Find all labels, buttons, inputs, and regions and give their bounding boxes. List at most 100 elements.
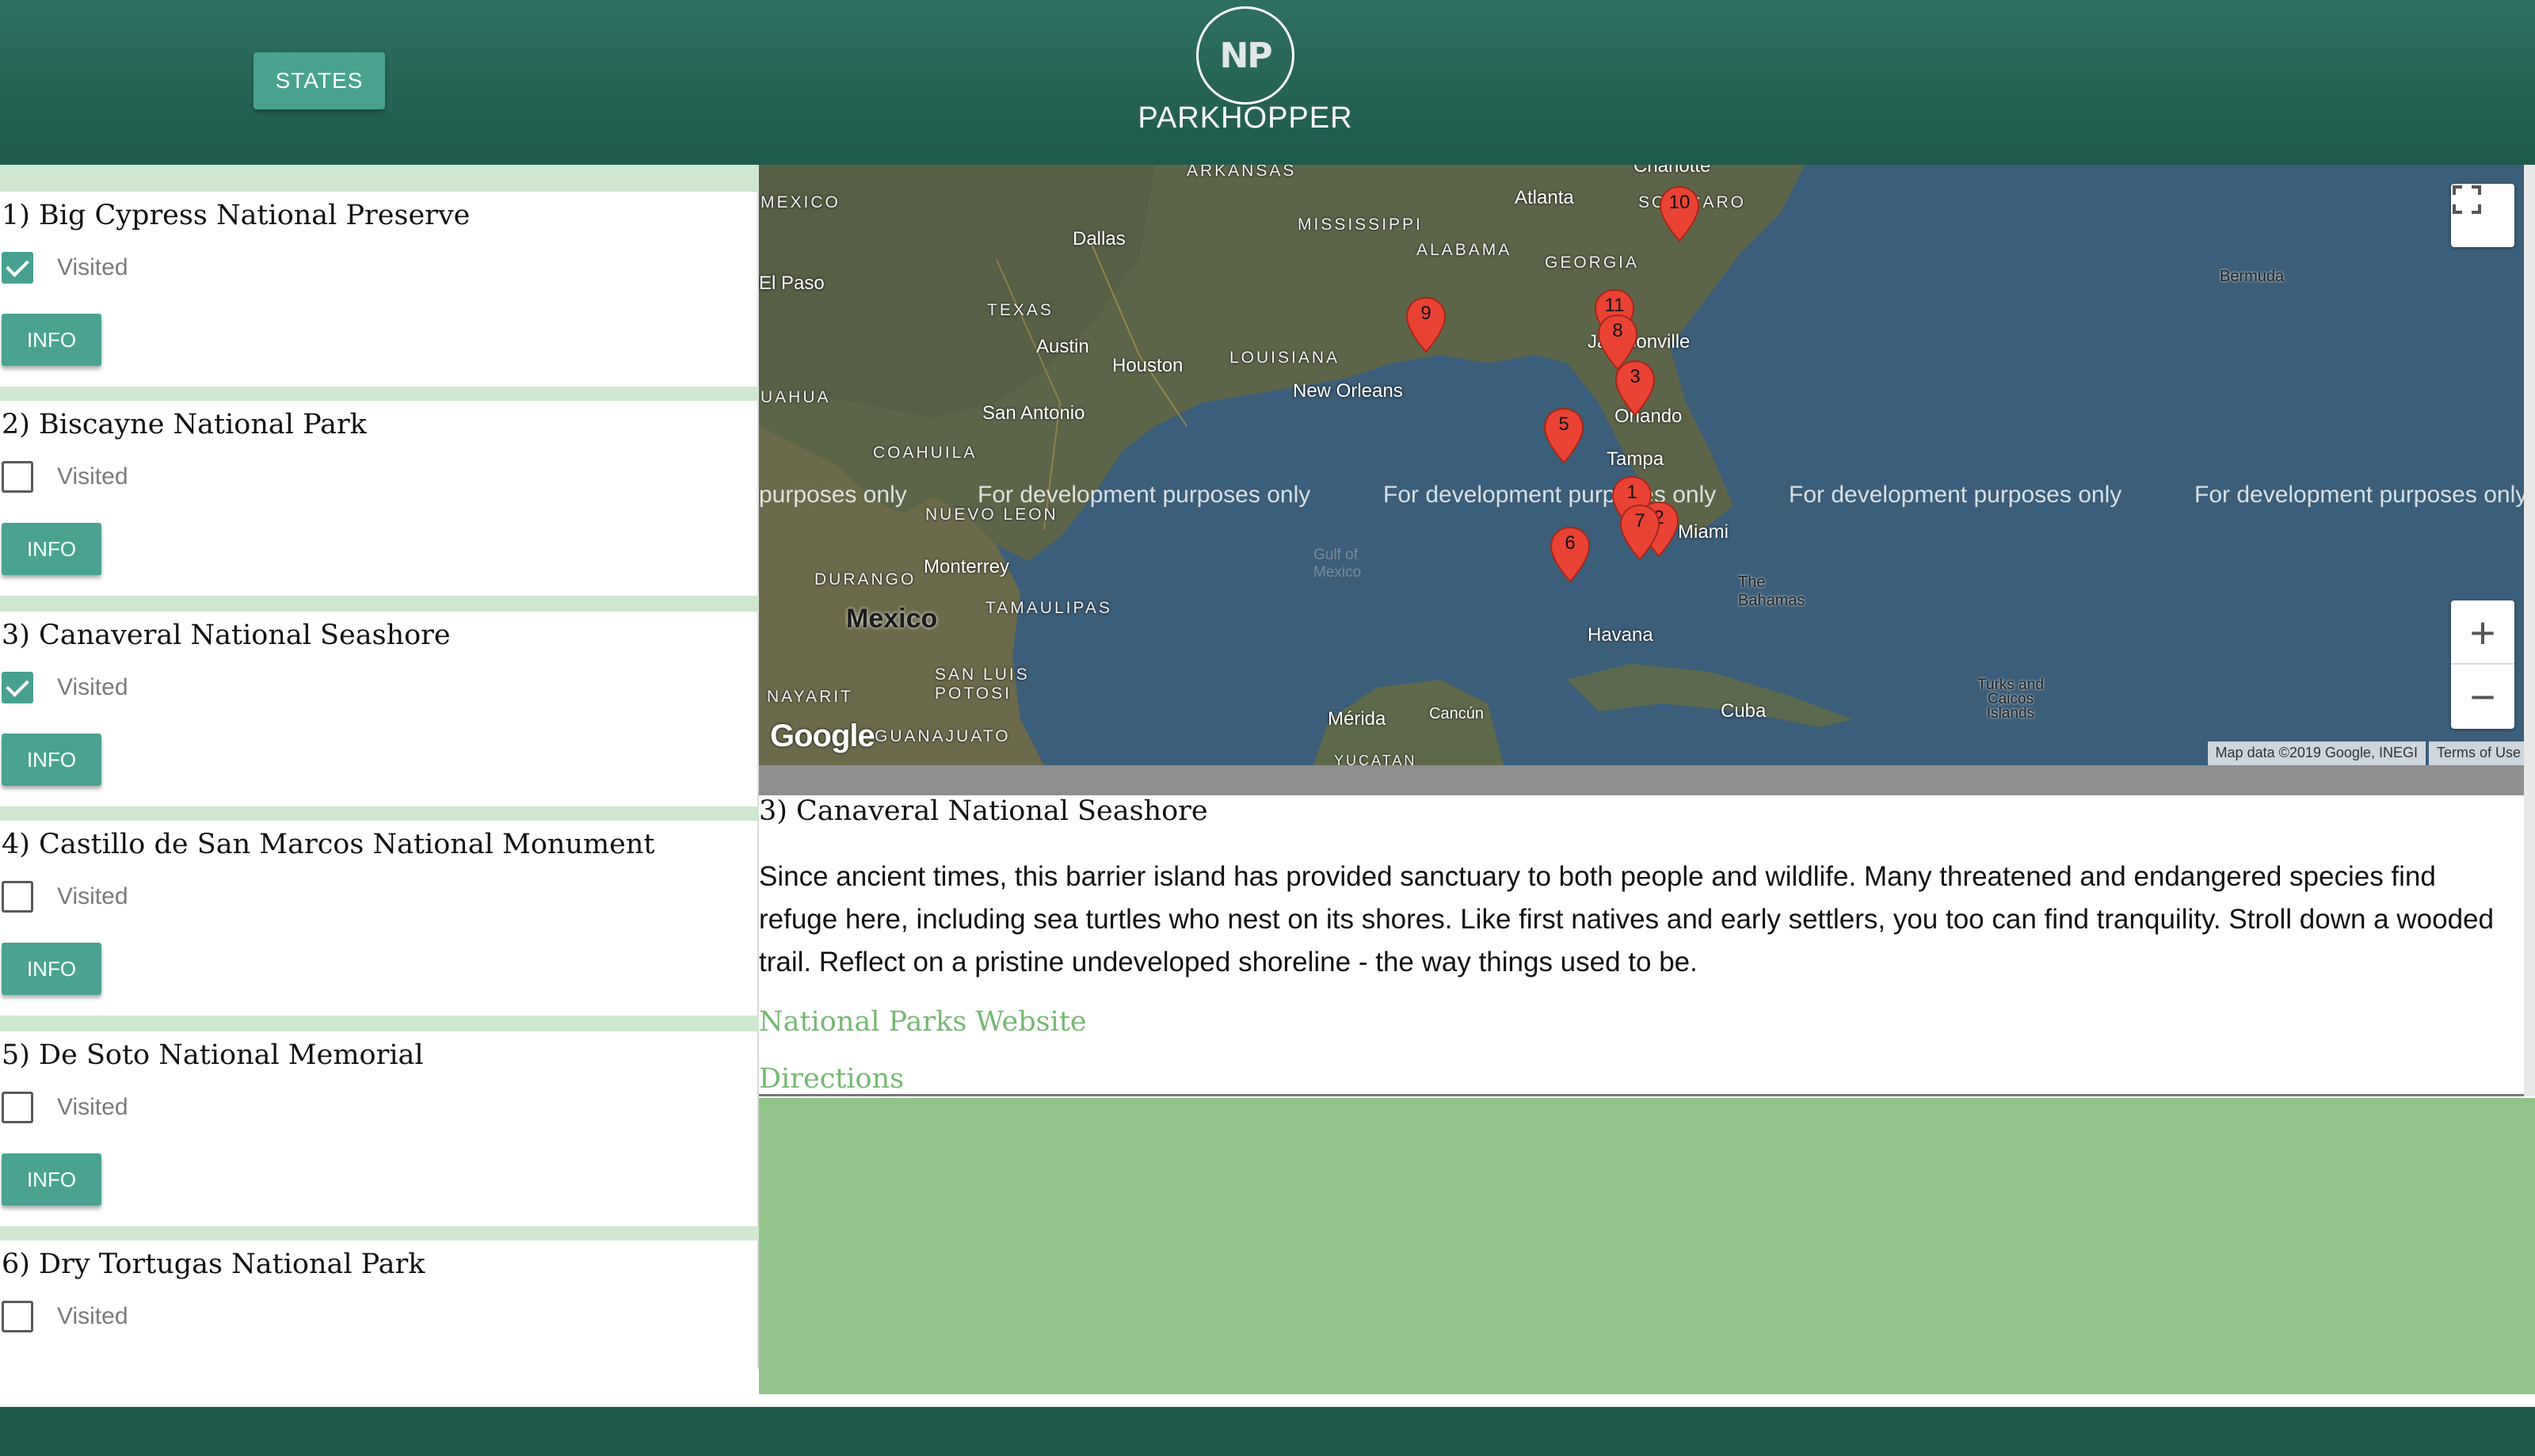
map-attribution: Map data ©2019 Google, INEGI Terms of Us… [2205, 741, 2529, 765]
map-label: MISSISSIPPI [1298, 215, 1423, 234]
fullscreen-button[interactable] [2451, 184, 2514, 247]
marker-label: 8 [1612, 320, 1623, 341]
map-label: COAHUILA [873, 444, 978, 462]
map-label: Dallas [1073, 228, 1126, 250]
map-marker[interactable]: 5 [1543, 407, 1584, 464]
info-button[interactable]: INFO [2, 943, 101, 995]
visited-toggle[interactable]: Visited [0, 672, 128, 703]
zoom-in-button[interactable]: + [2451, 601, 2514, 665]
visited-label: Visited [57, 1094, 128, 1120]
marker-label: 6 [1565, 532, 1576, 554]
map-label: Charlotte [1633, 165, 1711, 177]
map-label: GUANAJUATO [875, 727, 1011, 745]
map-label: TAMAULIPAS [985, 599, 1112, 617]
park-list-item: 1) Big Cypress National Preserve Visited… [0, 192, 759, 387]
google-logo[interactable]: Google [770, 718, 875, 754]
visited-label: Visited [57, 674, 128, 700]
park-title: 2) Biscayne National Park [2, 409, 367, 440]
marker-label: 3 [1630, 366, 1641, 387]
visited-toggle[interactable]: Visited [0, 461, 128, 493]
map-label: DURANGO [814, 570, 917, 589]
visited-checkbox[interactable] [2, 672, 33, 703]
map-label: Monterrey [924, 556, 1010, 577]
visited-checkbox[interactable] [2, 252, 33, 284]
park-title: 1) Big Cypress National Preserve [2, 200, 471, 231]
dev-watermark: For development purposes only [2194, 482, 2528, 508]
park-list-item: 2) Biscayne National Park Visited INFO [0, 401, 759, 596]
map-label: NAYARIT [767, 688, 853, 706]
scrollbar[interactable] [2524, 165, 2535, 1096]
map-marker[interactable]: 6 [1550, 526, 1591, 583]
visited-toggle[interactable]: Visited [0, 1092, 128, 1123]
map-label: TEXAS [987, 301, 1054, 319]
fullscreen-icon [2453, 185, 2481, 214]
park-title: 5) De Soto National Memorial [2, 1039, 424, 1071]
map-label: Cuba [1721, 700, 1767, 722]
map-label: Havana [1588, 624, 1653, 646]
map-label: GEORGIA [1545, 253, 1640, 272]
states-button[interactable]: STATES [254, 52, 385, 109]
visited-toggle[interactable]: Visited [0, 1301, 128, 1332]
map-label: Bermuda [2220, 268, 2285, 285]
map-label: ALABAMA [1416, 241, 1512, 259]
map-label: Tampa [1607, 448, 1664, 470]
map-marker[interactable]: 7 [1619, 504, 1660, 561]
national-parks-website-link[interactable]: National Parks Website [759, 1006, 1087, 1038]
park-title: 4) Castillo de San Marcos National Monum… [2, 829, 655, 860]
map-label: The Bahamas [1738, 574, 1805, 609]
park-list-item: 6) Dry Tortugas National Park Visited [0, 1241, 759, 1369]
visited-toggle[interactable]: Visited [0, 881, 128, 913]
info-button[interactable]: INFO [2, 314, 101, 366]
map-view[interactable]: ARKANSAS MEXICO Dallas El Paso TEXAS Aus… [759, 165, 2535, 765]
details-background-panel [759, 1098, 2535, 1394]
park-list-item: 4) Castillo de San Marcos National Monum… [0, 821, 759, 1016]
zoom-control: + − [2451, 600, 2514, 729]
marker-label: 7 [1634, 510, 1645, 532]
park-list: 1) Big Cypress National Preserve Visited… [0, 165, 759, 1369]
map-label: El Paso [759, 273, 825, 294]
map-label: New Orleans [1293, 380, 1403, 402]
map-label: Austin [1036, 336, 1089, 357]
detail-description: Since ancient times, this barrier island… [759, 861, 2494, 978]
map-label: Gulf of Mexico [1313, 547, 1362, 581]
map-label: YUCATAN [1334, 753, 1417, 765]
zoom-out-button[interactable]: − [2451, 665, 2514, 728]
map-marker[interactable]: 10 [1659, 185, 1700, 242]
parkhopper-logo[interactable]: NP [1196, 6, 1294, 105]
marker-label: 5 [1558, 414, 1569, 435]
list-divider [0, 165, 759, 192]
directions-link[interactable]: Directions [759, 1063, 904, 1095]
visited-checkbox[interactable] [2, 1092, 33, 1123]
map-label: Miami [1678, 521, 1729, 543]
info-button[interactable]: INFO [2, 523, 101, 575]
app-header: STATES NP PARKHOPPER [0, 0, 2535, 165]
park-list-item: 3) Canaveral National Seashore Visited I… [0, 612, 759, 806]
marker-label: 9 [1420, 303, 1431, 324]
map-marker[interactable]: 3 [1614, 360, 1656, 417]
map-label: SAN LUIS POTOSI [935, 665, 1030, 703]
map-marker[interactable]: 9 [1405, 296, 1447, 353]
info-button[interactable]: INFO [2, 734, 101, 786]
park-title: 6) Dry Tortugas National Park [2, 1248, 425, 1280]
dev-watermark: For development purposes only [1789, 482, 2122, 508]
dev-watermark: For development purposes only [978, 482, 1311, 508]
visited-toggle[interactable]: Visited [0, 252, 128, 284]
map-bottom-bar [759, 765, 2535, 795]
map-label: Turks and Caicos Islands [1977, 677, 2044, 722]
visited-checkbox[interactable] [2, 1301, 33, 1332]
map-label: MEXICO [760, 193, 841, 212]
park-title: 3) Canaveral National Seashore [2, 619, 451, 651]
visited-label: Visited [57, 254, 128, 280]
map-data-attribution: Map data ©2019 Google, INEGI [2207, 741, 2426, 765]
marker-label: 10 [1668, 192, 1691, 213]
visited-checkbox[interactable] [2, 461, 33, 493]
detail-title: 3) Canaveral National Seashore [759, 795, 1208, 827]
map-label: Atlanta [1515, 187, 1574, 208]
map-label: ARKANSAS [1187, 165, 1297, 180]
visited-checkbox[interactable] [2, 881, 33, 913]
info-button[interactable]: INFO [2, 1153, 101, 1206]
map-label: San Antonio [982, 402, 1085, 424]
terms-of-use-link[interactable]: Terms of Use [2428, 741, 2529, 765]
map-label: Cancún [1429, 705, 1484, 722]
map-label: Mexico [846, 604, 938, 634]
